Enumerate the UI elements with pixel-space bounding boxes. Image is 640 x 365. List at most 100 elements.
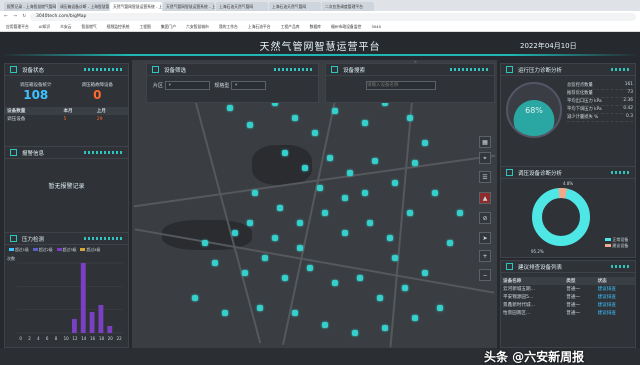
url-field[interactable]: 3040tech.com/bigMap xyxy=(30,12,636,21)
device-marker[interactable] xyxy=(317,185,323,191)
device-marker[interactable] xyxy=(342,230,348,236)
device-marker[interactable] xyxy=(387,235,393,241)
device-marker[interactable] xyxy=(402,285,408,291)
device-marker[interactable] xyxy=(322,210,328,216)
device-marker[interactable] xyxy=(457,210,463,216)
device-search-input[interactable] xyxy=(366,81,436,90)
device-marker[interactable] xyxy=(212,260,218,266)
bookmark-item[interactable]: 应用管理平台 xyxy=(6,24,29,30)
browser-tab[interactable]: 报警记录 - 上海智慧燃气管网系统 xyxy=(4,2,56,11)
device-marker[interactable] xyxy=(347,170,353,176)
device-marker[interactable] xyxy=(232,230,238,236)
x-tick-label: 16 xyxy=(90,336,96,341)
device-marker[interactable] xyxy=(302,165,308,171)
table-row[interactable]: 怡景园南区... 普通一 建议排查 xyxy=(501,309,635,317)
device-marker[interactable] xyxy=(312,130,318,136)
device-marker[interactable] xyxy=(377,295,383,301)
device-marker[interactable] xyxy=(247,220,253,226)
device-marker[interactable] xyxy=(407,210,413,216)
device-marker[interactable] xyxy=(242,270,248,276)
runtime-stat-row: 平均下调压力 kPa 0.42 xyxy=(567,106,633,114)
device-marker[interactable] xyxy=(307,265,313,271)
bookmark-item[interactable]: 六安智慧城市 xyxy=(186,24,209,30)
device-marker[interactable] xyxy=(357,275,363,281)
hide-icon[interactable]: ⊘ xyxy=(479,212,491,224)
area-select[interactable]: ▾ xyxy=(164,81,210,90)
bookmark-item[interactable]: 我的工作台 xyxy=(219,24,238,30)
table-row[interactable]: 平安锦源园5... 普通一 建议排查 xyxy=(501,293,635,301)
device-marker[interactable] xyxy=(367,220,373,226)
device-marker[interactable] xyxy=(362,120,368,126)
device-marker[interactable] xyxy=(422,270,428,276)
bookmark-item[interactable]: 视频监控系统 xyxy=(107,24,130,30)
device-marker[interactable] xyxy=(447,240,453,246)
device-marker[interactable] xyxy=(282,150,288,156)
map-view[interactable] xyxy=(132,60,497,348)
device-marker[interactable] xyxy=(227,105,233,111)
device-marker[interactable] xyxy=(262,255,268,261)
alarm-icon[interactable]: ▲ xyxy=(479,192,491,204)
bookmark-item[interactable]: 工程产品库 xyxy=(281,24,300,30)
filter-panel: 设备筛选 片区 ▾ 规格型 ▾ xyxy=(146,63,319,103)
device-marker[interactable] xyxy=(257,305,263,311)
runtime-stat-row: 推荐优化数量 73 xyxy=(567,90,633,98)
device-marker[interactable] xyxy=(247,122,253,128)
device-marker[interactable] xyxy=(382,325,388,331)
chart-legend: 超过1级 超过2级 超过3级 超过4级 xyxy=(5,245,128,255)
browser-tab[interactable]: 上海石油天然气管网 xyxy=(216,2,268,11)
browser-tab[interactable]: 天然气管网智慧运营系统 - 上海 xyxy=(110,2,162,11)
bookmark-item[interactable]: 集团门户 xyxy=(161,24,176,30)
device-marker[interactable] xyxy=(322,322,328,328)
zoom-in-icon[interactable]: + xyxy=(479,250,491,262)
device-marker[interactable] xyxy=(422,140,428,146)
browser-tab[interactable]: 调压箱设备诊断 - 上海智慧管理平台 xyxy=(57,2,109,11)
device-marker[interactable] xyxy=(332,280,338,286)
bookmark-item[interactable]: 数据库 xyxy=(310,24,321,30)
device-marker[interactable] xyxy=(412,160,418,166)
bookmark-item[interactable]: 智慧燃气 xyxy=(81,24,96,30)
device-marker[interactable] xyxy=(352,330,358,336)
device-marker[interactable] xyxy=(252,190,258,196)
spec-select[interactable]: ▾ xyxy=(231,81,266,90)
device-marker[interactable] xyxy=(327,155,333,161)
layers-icon[interactable]: ▦ xyxy=(479,136,491,148)
device-marker[interactable] xyxy=(392,255,398,261)
device-marker[interactable] xyxy=(192,295,198,301)
bookmark-item[interactable]: 工程图 xyxy=(139,24,150,30)
table-row[interactable]: 云河新城五期... 普通一 建议排查 xyxy=(501,285,635,293)
bookmark-item[interactable]: 3040 xyxy=(371,24,381,29)
zoom-out-icon[interactable]: − xyxy=(479,269,491,281)
bookmark-item[interactable]: 众安云 xyxy=(60,24,71,30)
bookmark-item[interactable]: AI知识 xyxy=(39,24,50,30)
panel-title: 设备状态 xyxy=(22,67,45,74)
bookmark-item[interactable]: 福州市政设备监控 xyxy=(331,24,361,30)
device-marker[interactable] xyxy=(342,195,348,201)
list-icon[interactable]: ☰ xyxy=(479,171,491,183)
device-marker[interactable] xyxy=(362,190,368,196)
browser-tab[interactable]: 天然气管网智慧运营系统 - 上海 xyxy=(163,2,215,11)
device-marker[interactable] xyxy=(392,180,398,186)
device-marker[interactable] xyxy=(407,115,413,121)
device-marker[interactable] xyxy=(202,240,208,246)
device-marker[interactable] xyxy=(222,310,228,316)
device-marker[interactable] xyxy=(432,190,438,196)
device-marker[interactable] xyxy=(292,310,298,316)
device-marker[interactable] xyxy=(272,235,278,241)
device-marker[interactable] xyxy=(332,108,338,114)
device-marker[interactable] xyxy=(412,315,418,321)
device-marker[interactable] xyxy=(437,305,443,311)
y-unit: 次数 xyxy=(7,255,15,261)
device-marker[interactable] xyxy=(372,158,378,164)
bookmark-item[interactable]: 上海石油平台 xyxy=(248,24,271,30)
navigate-icon[interactable]: ➤ xyxy=(479,232,491,244)
browser-tab[interactable]: 上海石油天然气管网 xyxy=(269,2,321,11)
device-marker[interactable] xyxy=(282,275,288,281)
device-marker[interactable] xyxy=(297,220,303,226)
device-marker[interactable] xyxy=(277,205,283,211)
device-marker[interactable] xyxy=(297,245,303,251)
locate-icon[interactable]: ⌖ xyxy=(479,152,491,164)
browser-tab[interactable]: 二次应急调度管理平台 xyxy=(322,2,374,11)
table-row[interactable]: 景鑫新时代城... 普通一 建议排查 xyxy=(501,301,635,309)
device-marker[interactable] xyxy=(292,115,298,121)
nav-buttons[interactable]: ← → ↻ xyxy=(4,14,30,19)
